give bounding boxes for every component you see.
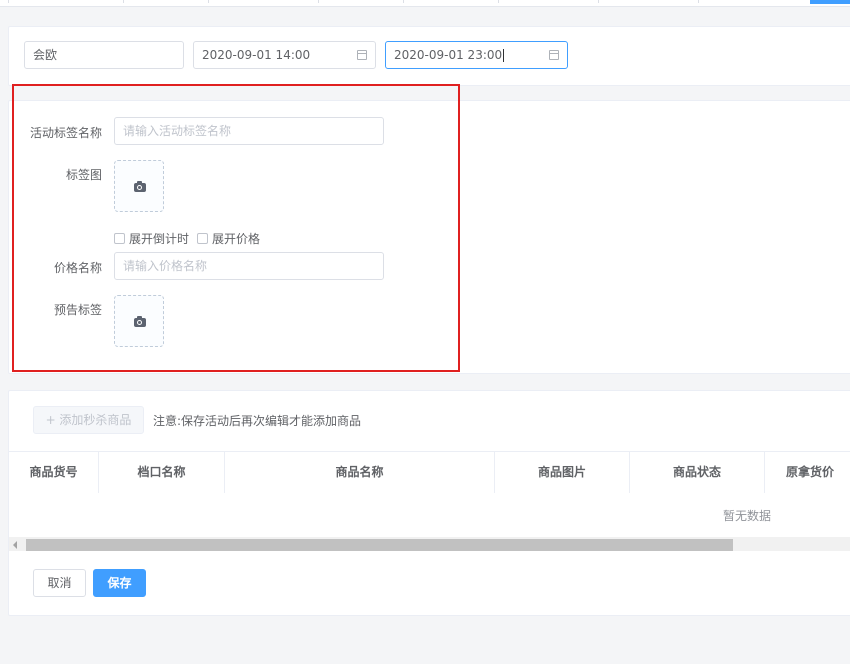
save-button[interactable]: 保存 — [93, 569, 146, 597]
start-time-value: 2020-09-01 14:00 — [202, 48, 311, 62]
tab-stub[interactable] — [208, 0, 319, 3]
empty-text: 暂无数据 — [723, 509, 772, 523]
end-time-value: 2020-09-01 23:00 — [394, 48, 503, 62]
horizontal-scrollbar[interactable] — [9, 537, 850, 551]
table-empty-row: 暂无数据 — [9, 493, 850, 537]
add-goods-note: 注意:保存活动后再次编辑才能添加商品 — [153, 414, 362, 428]
column-header: 商品货号 — [9, 452, 99, 493]
end-time-picker[interactable]: 2020-09-01 23:00 — [385, 41, 568, 69]
tab-stub[interactable] — [123, 0, 209, 3]
scroll-left-icon[interactable] — [13, 541, 17, 549]
active-tab-indicator[interactable] — [810, 0, 850, 4]
column-header: 商品名称 — [225, 452, 495, 493]
column-header: 商品状态 — [630, 452, 765, 493]
add-flash-sale-goods-button[interactable]: + 添加秒杀商品 — [33, 406, 144, 434]
column-header: 档口名称 — [99, 452, 225, 493]
calendar-icon[interactable] — [357, 50, 367, 60]
tab-stub[interactable] — [403, 0, 499, 3]
cancel-button[interactable]: 取消 — [33, 569, 86, 597]
tab-stub[interactable] — [8, 0, 124, 3]
activity-name-value: 会欧 — [33, 48, 58, 62]
tab-stub[interactable] — [318, 0, 404, 3]
column-header: 商品图片 — [495, 452, 630, 493]
start-time-picker[interactable]: 2020-09-01 14:00 — [193, 41, 376, 69]
text-caret — [503, 49, 505, 62]
column-header: 原拿货价 — [785, 465, 834, 479]
tab-stub[interactable] — [598, 0, 699, 3]
table-header: 商品货号 档口名称 商品名称 商品图片 商品状态 原拿货价 — [9, 451, 850, 494]
highlight-box — [12, 84, 460, 372]
activity-name-input[interactable]: 会欧 — [24, 41, 184, 69]
tab-stub[interactable] — [498, 0, 599, 3]
scroll-thumb[interactable] — [26, 539, 733, 551]
tab-bar — [0, 0, 850, 7]
calendar-icon[interactable] — [549, 50, 559, 60]
